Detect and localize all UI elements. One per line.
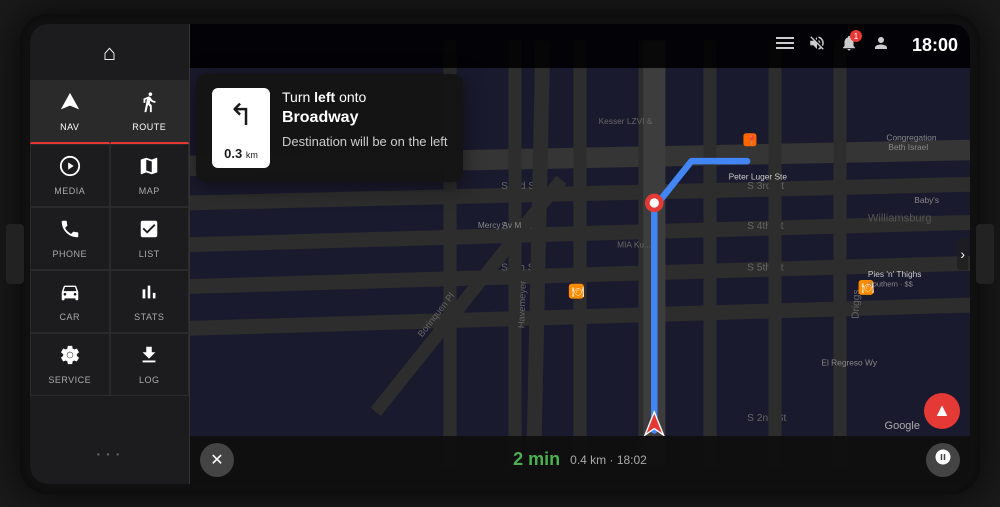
- car-label: CAR: [59, 312, 80, 322]
- menu-icon[interactable]: [776, 36, 794, 55]
- svg-text:El Regreso Wy: El Regreso Wy: [821, 357, 877, 367]
- sidebar-item-list[interactable]: LIST: [110, 207, 190, 270]
- main-area: 1 18:00: [190, 24, 970, 484]
- distance-unit: km: [246, 150, 258, 160]
- list-label: LIST: [139, 249, 160, 259]
- stats-icon: [138, 281, 160, 309]
- svg-text:Southern · $$: Southern · $$: [868, 279, 913, 288]
- turn-distance: 0.3 km: [224, 147, 258, 161]
- svg-text:Mercy Av M: Mercy Av M: [478, 220, 521, 230]
- svg-text:Havemeyer: Havemeyer: [516, 280, 528, 328]
- top-bar: 1 18:00: [190, 24, 970, 68]
- media-icon: [59, 155, 81, 183]
- device-frame: ⌂ NAV ROUTE: [20, 14, 980, 494]
- chevron-right-button[interactable]: ›: [957, 238, 968, 270]
- close-route-button[interactable]: ✕: [200, 443, 234, 477]
- turn-direction: left: [314, 89, 335, 105]
- stats-label: STATS: [134, 312, 164, 322]
- sidebar-item-route[interactable]: ROUTE: [110, 80, 190, 144]
- sidebar-item-log[interactable]: LOG: [110, 333, 190, 396]
- service-icon: [59, 344, 81, 372]
- svg-text:MIA Ku...: MIA Ku...: [617, 239, 651, 249]
- svg-text:Pies 'n' Thighs: Pies 'n' Thighs: [868, 269, 922, 279]
- route-icon: [138, 91, 160, 119]
- sidebar-item-stats[interactable]: STATS: [110, 270, 190, 333]
- map-label: MAP: [139, 186, 160, 196]
- close-icon: ✕: [210, 450, 223, 470]
- more-dots: ···: [95, 443, 124, 466]
- sidebar-item-service[interactable]: SERVICE: [30, 333, 110, 396]
- eta-time: 2 min: [513, 449, 560, 470]
- sidebar: ⌂ NAV ROUTE: [30, 24, 190, 484]
- map-icon: [138, 155, 160, 183]
- sidebar-item-phone[interactable]: PHONE: [30, 207, 110, 270]
- log-label: LOG: [139, 375, 160, 385]
- mount-bracket-right: [976, 224, 994, 284]
- phone-label: PHONE: [52, 249, 87, 259]
- home-icon: ⌂: [103, 40, 116, 66]
- nav-grid: NAV ROUTE MEDIA: [30, 80, 189, 396]
- turn-arrow-icon: ↰: [228, 98, 253, 133]
- sub-instruction: Destination will be on the left: [282, 133, 447, 151]
- media-label: MEDIA: [54, 186, 85, 196]
- sidebar-item-map[interactable]: MAP: [110, 144, 190, 207]
- compass-arrow-icon: ▲: [933, 400, 951, 421]
- top-bar-icons: 1 18:00: [776, 34, 958, 57]
- home-button[interactable]: ⌂: [30, 32, 189, 78]
- notification-icon[interactable]: 1: [840, 34, 858, 57]
- route-options-icon: [934, 448, 952, 471]
- notification-badge-count: 1: [850, 30, 862, 42]
- sidebar-item-nav[interactable]: NAV: [30, 80, 110, 144]
- phone-icon: [59, 218, 81, 246]
- sidebar-bottom: ···: [95, 433, 124, 476]
- nav-label: NAV: [60, 122, 79, 132]
- svg-text:Williamsburg: Williamsburg: [868, 212, 932, 224]
- log-icon: [138, 344, 160, 372]
- svg-text:📍: 📍: [746, 134, 758, 146]
- turn-instruction: Turn left onto: [282, 88, 447, 108]
- street-name: Broadway: [282, 107, 447, 129]
- eta-details: 0.4 km · 18:02: [570, 453, 647, 467]
- nav-text: Turn left onto Broadway Destination will…: [282, 88, 447, 152]
- svg-text:Peter Luger Ste: Peter Luger Ste: [729, 171, 788, 181]
- nav-card: ↰ 0.3 km Turn left onto Broadway Destina…: [196, 74, 463, 182]
- turn-icon-box: ↰ 0.3 km: [212, 88, 270, 168]
- bottom-bar: ✕ 2 min 0.4 km · 18:02: [190, 436, 970, 484]
- turn-label: Turn: [282, 89, 310, 105]
- svg-text:Kesser LZVI &: Kesser LZVI &: [599, 116, 653, 126]
- distance-value: 0.3: [224, 146, 242, 161]
- svg-text:🍽: 🍽: [572, 285, 585, 297]
- svg-text:Baby's: Baby's: [914, 194, 939, 204]
- profile-icon[interactable]: [872, 34, 890, 57]
- service-label: SERVICE: [48, 375, 91, 385]
- time-display: 18:00: [912, 35, 958, 56]
- google-logo: Google: [885, 420, 920, 432]
- mount-bracket-left: [6, 224, 24, 284]
- chevron-right-icon: ›: [960, 246, 965, 262]
- compass-button[interactable]: ▲: [924, 393, 960, 429]
- nav-icon: [59, 91, 81, 119]
- eta-info: 2 min 0.4 km · 18:02: [513, 449, 647, 470]
- svg-text:Beth Israel: Beth Israel: [888, 142, 928, 152]
- car-icon: [59, 281, 81, 309]
- route-options-button[interactable]: [926, 443, 960, 477]
- turn-word: onto: [339, 89, 366, 105]
- sidebar-item-media[interactable]: MEDIA: [30, 144, 110, 207]
- device-screen: ⌂ NAV ROUTE: [30, 24, 970, 484]
- sidebar-item-car[interactable]: CAR: [30, 270, 110, 333]
- list-icon: [138, 218, 160, 246]
- route-label: ROUTE: [132, 122, 166, 132]
- mute-icon[interactable]: [808, 34, 826, 57]
